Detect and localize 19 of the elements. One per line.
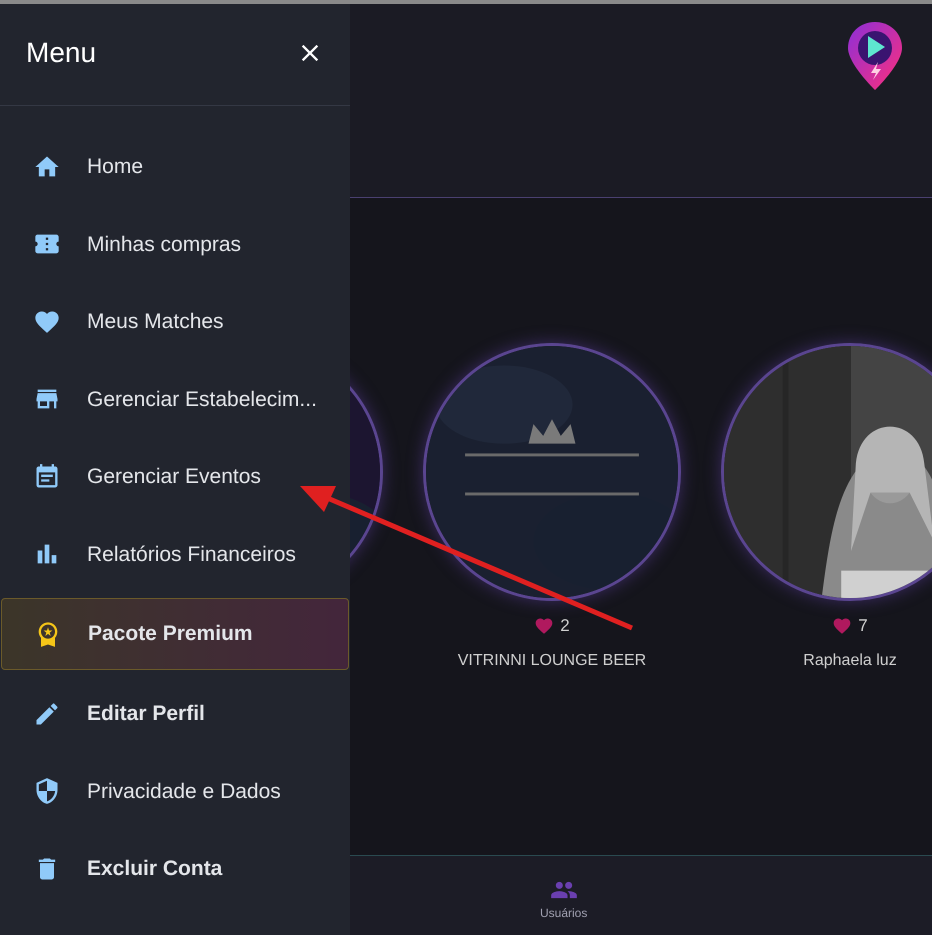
menu-item[interactable]: Editar Perfil	[0, 675, 350, 752]
card-name: VITRINNI LOUNGE BEER	[458, 650, 646, 670]
menu-item[interactable]: Gerenciar Estabelecim...	[0, 360, 350, 438]
like-count: 2	[560, 615, 570, 637]
logo-icon	[848, 22, 902, 90]
nav-tab[interactable]: Usuários	[540, 876, 588, 922]
like-count: 7	[858, 615, 868, 637]
heart-icon	[534, 616, 554, 636]
menu-item[interactable]: Pacote Premium	[1, 598, 349, 670]
menu-item[interactable]: Excluir Conta	[0, 830, 350, 908]
drawer-title: Menu	[26, 36, 96, 70]
menu-item[interactable]: Home	[0, 128, 350, 206]
menu-item[interactable]: Gerenciar Eventos	[0, 438, 350, 516]
menu-item[interactable]: Relatórios Financeiros	[0, 516, 350, 593]
heart-icon	[832, 616, 852, 636]
menu-item[interactable]: Meus Matches	[0, 283, 350, 360]
card-name: Raphaela luz	[803, 650, 897, 670]
menu-item[interactable]: Privacidade e Dados	[0, 752, 350, 830]
menu-item[interactable]: Minhas compras	[0, 206, 350, 283]
